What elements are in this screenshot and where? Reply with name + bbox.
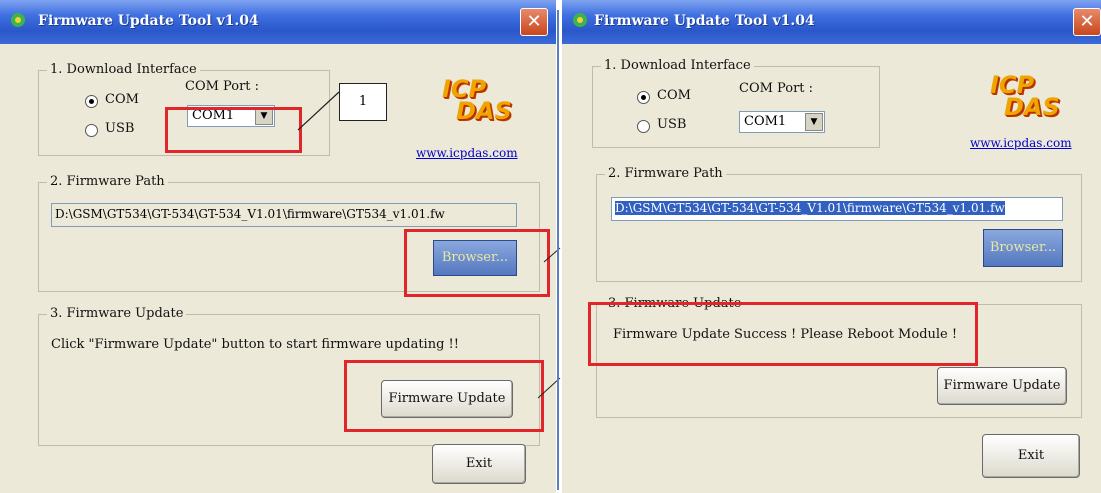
radio-usb[interactable] — [85, 124, 98, 137]
close-icon[interactable]: ✕ — [520, 8, 548, 36]
close-icon[interactable]: ✕ — [1073, 8, 1101, 36]
annotation-callout: 1 — [339, 83, 387, 121]
com-port-label: COM Port : — [185, 79, 260, 94]
group-label: 3. Firmware Update — [47, 306, 187, 321]
group-label: 2. Firmware Path — [605, 166, 726, 181]
com-port-label: COM Port : — [739, 81, 814, 96]
browse-button[interactable]: Browser... — [983, 229, 1063, 267]
group-label: 1. Download Interface — [601, 58, 754, 73]
exit-button[interactable]: Exit — [432, 444, 526, 484]
firmware-path-value: D:\GSM\GT534\GT-534\GT-534_V1.01\firmwar… — [615, 201, 1005, 215]
app-icon — [573, 13, 587, 27]
radio-usb-label: USB — [105, 121, 135, 136]
chevron-down-icon[interactable]: ▼ — [805, 113, 823, 131]
annotation-box-browse — [404, 229, 550, 297]
exit-button[interactable]: Exit — [982, 434, 1080, 478]
com-port-value: COM1 — [744, 114, 787, 129]
group-label: 1. Download Interface — [47, 62, 200, 77]
firmware-path-field[interactable]: D:\GSM\GT534\GT-534\GT-534_V1.01\firmwar… — [611, 197, 1063, 221]
firmware-path-value: D:\GSM\GT534\GT-534\GT-534_V1.01\firmwar… — [55, 207, 445, 221]
group-label: 2. Firmware Path — [47, 174, 168, 189]
radio-usb-label: USB — [657, 117, 687, 132]
radio-usb[interactable] — [637, 120, 650, 133]
dialog-client: 1. Download Interface COM USB COM Port :… — [562, 44, 1097, 489]
annotation-box-success — [588, 302, 978, 366]
firmware-path-group: 2. Firmware Path D:\GSM\GT534\GT-534\GT-… — [596, 166, 1082, 282]
window-right: Firmware Update Tool v1.04 ✕ 1. Download… — [562, 0, 1101, 493]
com-port-select[interactable]: COM1 ▼ — [739, 111, 825, 133]
window-title: Firmware Update Tool v1.04 — [38, 13, 259, 29]
radio-com-label: COM — [657, 88, 691, 103]
annotation-box-com-port — [165, 107, 302, 153]
title-bar[interactable]: Firmware Update Tool v1.04 ✕ — [0, 0, 556, 44]
radio-com[interactable] — [85, 95, 98, 108]
status-message: Click "Firmware Update" button to start … — [51, 337, 459, 352]
website-link[interactable]: www.icpdas.com — [970, 136, 1072, 150]
firmware-update-button[interactable]: Firmware Update — [937, 367, 1067, 405]
icpdas-logo: ICP DAS — [990, 71, 1060, 121]
firmware-path-field[interactable]: D:\GSM\GT534\GT-534\GT-534_V1.01\firmwar… — [51, 203, 517, 227]
download-interface-group: 1. Download Interface COM USB COM Port :… — [592, 58, 880, 148]
app-icon — [11, 13, 25, 27]
window-title: Firmware Update Tool v1.04 — [594, 13, 815, 29]
icpdas-logo: ICP DAS — [442, 75, 512, 125]
radio-com[interactable] — [637, 91, 650, 104]
website-link[interactable]: www.icpdas.com — [416, 146, 518, 160]
radio-com-label: COM — [105, 92, 139, 107]
title-bar[interactable]: Firmware Update Tool v1.04 ✕ — [562, 0, 1101, 44]
annotation-box-update — [344, 360, 544, 432]
